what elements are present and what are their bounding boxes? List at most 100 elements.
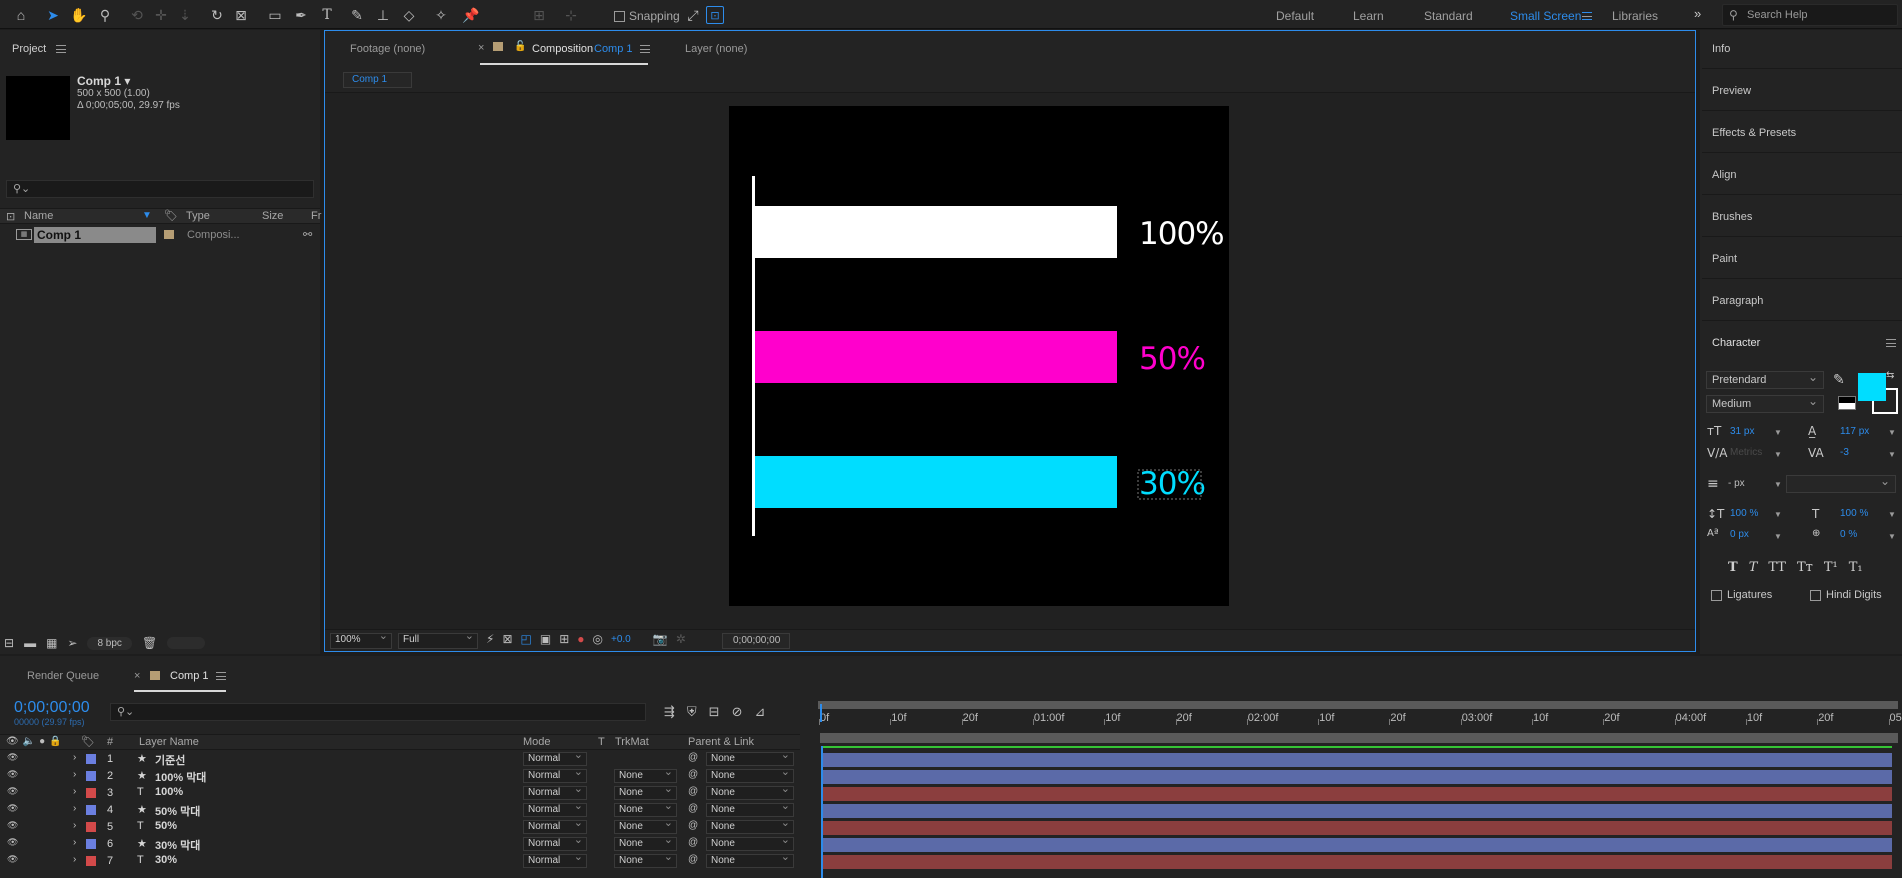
- pan-behind-tool-icon[interactable]: ⊠: [230, 4, 252, 26]
- column-layer-name[interactable]: Layer Name: [139, 736, 199, 748]
- tab-composition-name[interactable]: Comp 1: [594, 43, 633, 55]
- visibility-eye-icon[interactable]: 👁: [7, 820, 18, 831]
- layer-label-color[interactable]: [86, 754, 96, 764]
- expand-chevron-icon[interactable]: ›: [73, 854, 76, 865]
- bar-100%[interactable]: [755, 206, 1117, 258]
- swap-colors-icon[interactable]: ⇆: [1886, 370, 1894, 381]
- clone-stamp-tool-icon[interactable]: ⊥: [372, 4, 394, 26]
- layer-duration-bar[interactable]: [823, 838, 1892, 852]
- black-white-swatch[interactable]: [1838, 396, 1856, 410]
- track-matte-dropdown[interactable]: None: [614, 800, 677, 817]
- pick-whip-icon[interactable]: @: [688, 769, 698, 780]
- flowchart-icon[interactable]: ⚯: [303, 228, 312, 241]
- panel-paint[interactable]: Paint: [1712, 253, 1737, 265]
- column-name[interactable]: Name: [24, 210, 53, 222]
- more-workspaces-icon[interactable]: »: [1694, 6, 1701, 21]
- pick-whip-icon[interactable]: @: [688, 837, 698, 848]
- roto-brush-tool-icon[interactable]: ✧: [430, 4, 452, 26]
- layer-duration-bar[interactable]: [823, 821, 1892, 835]
- blend-mode-dropdown[interactable]: Normal: [523, 783, 587, 800]
- expand-chevron-icon[interactable]: ›: [73, 769, 76, 780]
- layer-name[interactable]: 100% 막대: [155, 769, 206, 785]
- visibility-eye-icon[interactable]: 👁: [7, 786, 18, 797]
- close-icon[interactable]: ×: [134, 670, 140, 682]
- all-caps-icon[interactable]: TT: [1768, 560, 1786, 575]
- layer-row[interactable]: 👁 › 2 ★ 100% 막대 Normal None @ None: [0, 766, 794, 785]
- panel-paragraph[interactable]: Paragraph: [1712, 295, 1763, 307]
- rectangle-tool-icon[interactable]: ▭: [264, 4, 286, 26]
- fast-preview-icon[interactable]: ⚡: [486, 632, 494, 646]
- selection-tool-icon[interactable]: ➤: [42, 4, 64, 26]
- bpc-label[interactable]: 8 bpc: [87, 636, 132, 650]
- pick-whip-icon[interactable]: @: [688, 752, 698, 763]
- eraser-tool-icon[interactable]: ◇: [398, 4, 420, 26]
- column-mode[interactable]: Mode: [523, 736, 551, 748]
- baseline-shift-value[interactable]: 0 px: [1730, 529, 1749, 540]
- track-matte-dropdown[interactable]: None: [614, 783, 677, 800]
- tab-comp-1[interactable]: Comp 1: [170, 670, 209, 682]
- parent-dropdown[interactable]: None: [706, 800, 794, 817]
- orbit-tool-icon[interactable]: ⟲: [126, 4, 148, 26]
- layer-row[interactable]: 👁 › 1 ★ 기준선 Normal @ None: [0, 749, 794, 768]
- parent-dropdown[interactable]: None: [706, 783, 794, 800]
- faux-italic-icon[interactable]: T: [1749, 560, 1758, 575]
- tsume-arrow-icon[interactable]: ▼: [1888, 532, 1896, 541]
- channel-icon[interactable]: ●: [577, 632, 584, 646]
- font-size-arrow-icon[interactable]: ▼: [1774, 428, 1782, 437]
- snap-target-icon[interactable]: ⊡: [706, 6, 724, 24]
- viewer-timecode[interactable]: 0;00;00;00: [722, 633, 790, 649]
- column-type[interactable]: Type: [186, 210, 210, 222]
- show-snapshot-icon[interactable]: ✲: [676, 632, 686, 646]
- workspace-learn[interactable]: Learn: [1353, 9, 1384, 23]
- color-management-icon[interactable]: ◎: [593, 632, 603, 646]
- pick-whip-icon[interactable]: @: [688, 820, 698, 831]
- zoom-dropdown[interactable]: 100%: [330, 630, 392, 649]
- stroke-width-value[interactable]: - px: [1728, 478, 1745, 489]
- column-frame-rate[interactable]: Fr: [311, 210, 321, 222]
- rotate-tool-icon[interactable]: ↻: [206, 4, 228, 26]
- comp-breadcrumb[interactable]: Comp 1: [343, 72, 412, 88]
- home-icon[interactable]: ⌂: [10, 4, 32, 26]
- tab-footage[interactable]: Footage (none): [350, 43, 425, 55]
- layer-name[interactable]: 기준선: [155, 752, 185, 768]
- panel-brushes[interactable]: Brushes: [1712, 211, 1752, 223]
- tracking-arrow-icon[interactable]: ▼: [1888, 450, 1896, 459]
- search-help-input[interactable]: ⚲ Search Help: [1722, 4, 1898, 26]
- label-tag-icon[interactable]: 🏷: [164, 209, 178, 222]
- brush-tool-icon[interactable]: ✎: [346, 4, 368, 26]
- label-tag-icon[interactable]: 🏷: [81, 735, 95, 748]
- bar-value-label[interactable]: 30%: [1139, 466, 1206, 502]
- subscript-icon[interactable]: T₁: [1849, 560, 1863, 575]
- expand-chevron-icon[interactable]: ›: [73, 752, 76, 763]
- eyedropper-icon[interactable]: ✎: [1833, 372, 1845, 388]
- draft-3d-icon[interactable]: ⛨: [687, 704, 697, 720]
- panel-preview[interactable]: Preview: [1712, 85, 1751, 97]
- layer-name[interactable]: 100%: [155, 786, 183, 798]
- layer-duration-bar[interactable]: [823, 770, 1892, 784]
- layer-row[interactable]: 👁 › 7 T 30% Normal None @ None: [0, 851, 794, 870]
- blend-mode-dropdown[interactable]: Normal: [523, 766, 587, 783]
- expand-chevron-icon[interactable]: ›: [73, 786, 76, 797]
- expand-chevron-icon[interactable]: ›: [73, 803, 76, 814]
- composition-menu-icon[interactable]: [640, 45, 650, 53]
- font-style-dropdown[interactable]: Medium: [1706, 393, 1824, 413]
- visibility-eye-icon[interactable]: 👁: [7, 769, 18, 780]
- composition-canvas[interactable]: 100% 50% 30%: [729, 106, 1229, 606]
- layer-name[interactable]: 50%: [155, 820, 177, 832]
- type-tool-icon[interactable]: T: [316, 4, 338, 26]
- vertical-scale-arrow-icon[interactable]: ▼: [1774, 510, 1782, 519]
- workspace-libraries[interactable]: Libraries: [1612, 9, 1658, 23]
- exposure-value[interactable]: +0.0: [611, 634, 631, 645]
- frame-blending-icon[interactable]: ⊘: [732, 704, 743, 720]
- layer-row[interactable]: 👁 › 4 ★ 50% 막대 Normal None @ None: [0, 800, 794, 819]
- track-matte-dropdown[interactable]: None: [614, 851, 677, 868]
- parent-dropdown[interactable]: None: [706, 766, 794, 783]
- layer-label-color[interactable]: [86, 839, 96, 849]
- faux-bold-icon[interactable]: T: [1728, 560, 1738, 575]
- snap-icon[interactable]: ⊹: [560, 4, 582, 26]
- shy-layers-icon[interactable]: ⊟: [709, 704, 720, 720]
- transparency-grid-icon[interactable]: ⊠: [502, 632, 512, 646]
- bar-30%[interactable]: [755, 456, 1117, 508]
- superscript-icon[interactable]: T¹: [1824, 560, 1838, 575]
- layer-label-color[interactable]: [86, 788, 96, 798]
